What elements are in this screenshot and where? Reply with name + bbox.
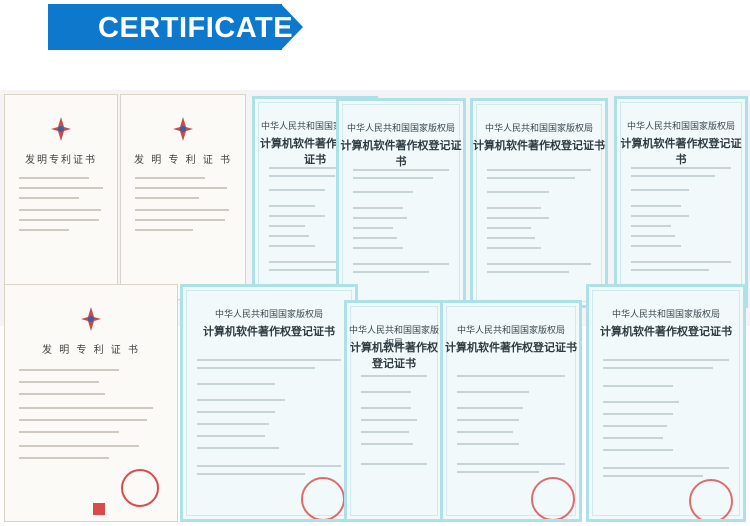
certificate-gallery: 发明专利证书 发 明 专 利 证 书 中华人民共和国国家版权局 计算机软件著作权… bbox=[0, 56, 750, 526]
red-seal bbox=[301, 477, 345, 519]
patent-certificate: 发 明 专 利 证 书 bbox=[120, 94, 246, 300]
software-copyright-certificate: 中华人民共和国国家版权局 计算机软件著作权登记证书 bbox=[336, 98, 466, 308]
certificate-title: 计算机软件著作权登记证书 bbox=[445, 341, 577, 354]
certificate-heading: 中华人民共和国国家版权局 bbox=[346, 124, 455, 134]
certificate-title: 计算机软件著作权登记证书 bbox=[473, 139, 605, 152]
software-copyright-certificate: 中华人民共和国国家版权局 计算机软件著作权登记证书 bbox=[614, 96, 748, 308]
software-copyright-certificate: 中华人民共和国国家版权局 计算机软件著作权登记证书 bbox=[440, 300, 582, 522]
certificate-heading: 中华人民共和国国家版权局 bbox=[626, 122, 735, 132]
patent-office-emblem-icon bbox=[51, 117, 71, 141]
certificate-heading: 中华人民共和国国家版权局 bbox=[484, 124, 593, 134]
red-stamp bbox=[93, 503, 105, 515]
banner: CERTIFICATE bbox=[0, 0, 750, 56]
certificate-title: 计算机软件著作权登记证书 bbox=[350, 341, 438, 370]
red-seal bbox=[121, 469, 159, 507]
patent-office-emblem-icon bbox=[173, 117, 193, 141]
patent-certificate: 发 明 专 利 证 书 bbox=[4, 284, 178, 522]
certificate-title: 计算机软件著作权登记证书 bbox=[203, 325, 335, 338]
software-copyright-certificate: 中华人民共和国国家版权局 计算机软件著作权登记证书 bbox=[344, 300, 444, 522]
software-copyright-certificate: 中华人民共和国国家版权局 计算机软件著作权登记证书 bbox=[470, 98, 608, 308]
certificate-title: 计算机软件著作权登记证书 bbox=[620, 137, 742, 166]
certificate-heading: 中华人民共和国国家版权局 bbox=[214, 310, 323, 320]
certificate-title: 计算机软件著作权登记证书 bbox=[340, 139, 462, 168]
software-copyright-certificate: 中华人民共和国国家版权局 计算机软件著作权登记证书 bbox=[180, 284, 358, 522]
patent-certificate-title: 发明专利证书 bbox=[25, 155, 97, 166]
certificate-heading: 中华人民共和国国家版权局 bbox=[611, 310, 720, 320]
software-copyright-certificate: 中华人民共和国国家版权局 计算机软件著作权登记证书 bbox=[586, 284, 746, 522]
certificate-heading: 中华人民共和国国家版权局 bbox=[456, 326, 565, 336]
banner-title: CERTIFICATE bbox=[98, 12, 294, 44]
patent-certificate-title: 发 明 专 利 证 书 bbox=[134, 155, 232, 166]
patent-certificate-title: 发 明 专 利 证 书 bbox=[42, 345, 140, 356]
certificate-title: 计算机软件著作权登记证书 bbox=[600, 325, 732, 338]
patent-certificate: 发明专利证书 bbox=[4, 94, 118, 300]
red-seal bbox=[689, 479, 733, 519]
patent-office-emblem-icon bbox=[81, 307, 101, 331]
red-seal bbox=[531, 477, 575, 519]
